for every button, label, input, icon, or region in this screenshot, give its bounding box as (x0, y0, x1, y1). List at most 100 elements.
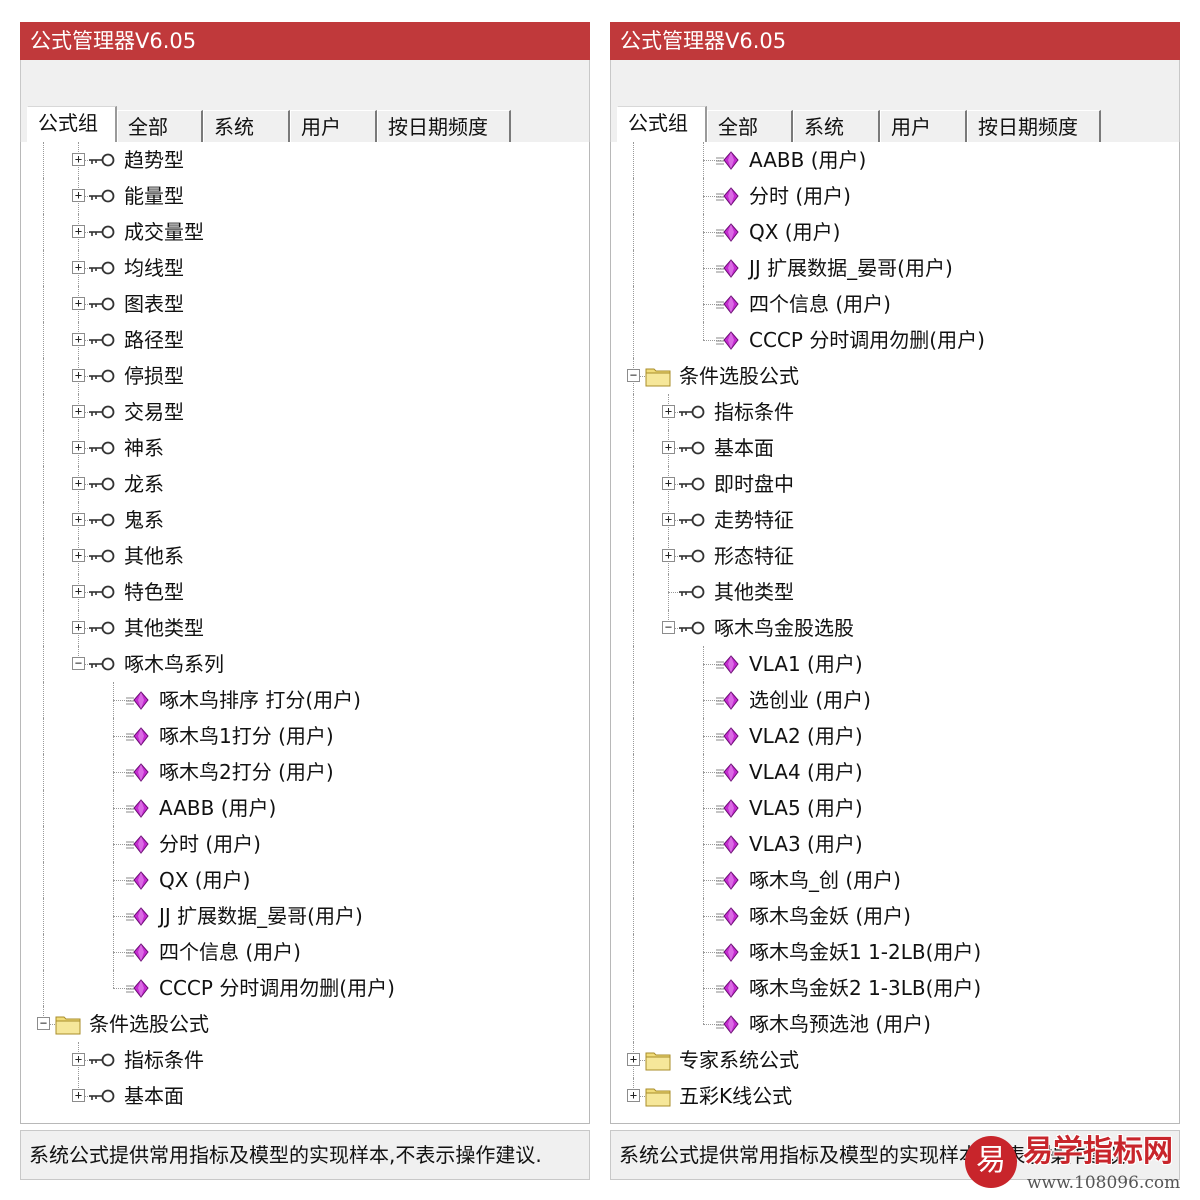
tree-row[interactable]: + 形态特征 (611, 538, 1171, 574)
tree-row[interactable]: + 即时盘中 (611, 466, 1171, 502)
tab-user[interactable]: 用户 (880, 110, 967, 142)
expand-toggle-icon[interactable]: + (72, 1053, 85, 1066)
tab-system[interactable]: 系统 (203, 110, 290, 142)
expand-toggle-icon[interactable]: + (72, 477, 85, 490)
expand-toggle-icon[interactable]: + (72, 261, 85, 274)
tree-row[interactable]: + 趋势型 (21, 142, 581, 178)
tree-row[interactable]: AABB (用户) (21, 790, 581, 826)
tree-row[interactable]: 啄木鸟2打分 (用户) (21, 754, 581, 790)
tree-row[interactable]: VLA1 (用户) (611, 646, 1171, 682)
expand-toggle-icon[interactable]: + (662, 549, 675, 562)
tree-row[interactable]: 啄木鸟1打分 (用户) (21, 718, 581, 754)
tree-row[interactable]: + 指标条件 (21, 1042, 581, 1078)
tree-row[interactable]: JJ 扩展数据_晏哥(用户) (611, 250, 1171, 286)
collapse-toggle-icon[interactable]: − (37, 1017, 50, 1030)
tab-by-date-frequency[interactable]: 按日期频度 (967, 110, 1101, 142)
tree-row[interactable]: 分时 (用户) (21, 826, 581, 862)
tree-row[interactable]: QX (用户) (611, 214, 1171, 250)
expand-toggle-icon[interactable]: + (72, 153, 85, 166)
expand-toggle-icon[interactable]: + (72, 225, 85, 238)
tree-row[interactable]: + 均线型 (21, 250, 581, 286)
tab-by-date-frequency[interactable]: 按日期频度 (377, 110, 511, 142)
tree-row[interactable]: + 鬼系 (21, 502, 581, 538)
tree-row[interactable]: + 成交量型 (21, 214, 581, 250)
tree-row[interactable]: + 图表型 (21, 286, 581, 322)
tree-row[interactable]: VLA2 (用户) (611, 718, 1171, 754)
tree-item-label: 啄木鸟排序 打分(用户) (159, 688, 361, 712)
tree-row[interactable]: + 特色型 (21, 574, 581, 610)
tree-row[interactable]: VLA5 (用户) (611, 790, 1171, 826)
tree-row[interactable]: 啄木鸟_创 (用户) (611, 862, 1171, 898)
expand-toggle-icon[interactable]: + (72, 441, 85, 454)
collapse-toggle-icon[interactable]: − (662, 621, 675, 634)
tree-row[interactable]: + 指标条件 (611, 394, 1171, 430)
tree-row[interactable]: 啄木鸟预选池 (用户) (611, 1006, 1171, 1042)
tree-row[interactable]: + 能量型 (21, 178, 581, 214)
tree-row[interactable]: + 交易型 (21, 394, 581, 430)
tree-row[interactable]: + 基本面 (21, 1078, 581, 1114)
expand-toggle-icon[interactable]: + (72, 513, 85, 526)
collapse-toggle-icon[interactable]: − (627, 369, 640, 382)
window-titlebar[interactable]: 公式管理器V6.05 (610, 22, 1180, 60)
tree-row[interactable]: 其他类型 (611, 574, 1171, 610)
key-icon (88, 582, 116, 602)
expand-toggle-icon[interactable]: + (72, 297, 85, 310)
expand-toggle-icon[interactable]: + (72, 333, 85, 346)
tree-row[interactable]: 四个信息 (用户) (21, 934, 581, 970)
expand-toggle-icon[interactable]: + (662, 477, 675, 490)
tree-row[interactable]: − 条件选股公式 (611, 358, 1171, 394)
tree-row[interactable]: 啄木鸟排序 打分(用户) (21, 682, 581, 718)
tree-item-label: VLA1 (用户) (749, 652, 863, 676)
tab-all[interactable]: 全部 (117, 110, 203, 142)
expand-toggle-icon[interactable]: + (72, 585, 85, 598)
expand-toggle-icon[interactable]: + (72, 549, 85, 562)
tree-row[interactable]: + 基本面 (611, 430, 1171, 466)
tree-row[interactable]: VLA3 (用户) (611, 826, 1171, 862)
tree-row[interactable]: + 神系 (21, 430, 581, 466)
tree-row[interactable]: QX (用户) (21, 862, 581, 898)
tree-row[interactable]: CCCP 分时调用勿删(用户) (611, 322, 1171, 358)
formula-icon (715, 941, 739, 963)
expand-toggle-icon[interactable]: + (627, 1053, 640, 1066)
window-titlebar[interactable]: 公式管理器V6.05 (20, 22, 590, 60)
expand-toggle-icon[interactable]: + (72, 369, 85, 382)
tree-row[interactable]: + 龙系 (21, 466, 581, 502)
tree-row[interactable]: + 走势特征 (611, 502, 1171, 538)
collapse-toggle-icon[interactable]: − (72, 657, 85, 670)
formula-tree[interactable]: + 趋势型 + 能量型 + 成交量型 + 均线型 + 图表型 + 路径型 + 停损型 + 交易型 + 神系 + 龙系 +… (20, 142, 590, 1124)
expand-toggle-icon[interactable]: + (662, 405, 675, 418)
tree-row[interactable]: + 其他类型 (21, 610, 581, 646)
tree-row[interactable]: 啄木鸟金妖2 1-3LB(用户) (611, 970, 1171, 1006)
expand-toggle-icon[interactable]: + (72, 621, 85, 634)
tree-row[interactable]: 啄木鸟金妖 (用户) (611, 898, 1171, 934)
tab-user[interactable]: 用户 (290, 110, 377, 142)
tree-row[interactable]: + 路径型 (21, 322, 581, 358)
tree-row[interactable]: JJ 扩展数据_晏哥(用户) (21, 898, 581, 934)
tree-row[interactable]: − 条件选股公式 (21, 1006, 581, 1042)
tree-row[interactable]: CCCP 分时调用勿删(用户) (21, 970, 581, 1006)
formula-tree[interactable]: AABB (用户) 分时 (用户) QX (用户) JJ 扩展数据_晏哥(用户) 四个信… (610, 142, 1180, 1124)
tree-row[interactable]: + 其他系 (21, 538, 581, 574)
tree-row[interactable]: AABB (用户) (611, 142, 1171, 178)
expand-toggle-icon[interactable]: + (72, 405, 85, 418)
tree-row[interactable]: + 专家系统公式 (611, 1042, 1171, 1078)
tree-row[interactable]: − 啄木鸟金股选股 (611, 610, 1171, 646)
tree-row[interactable]: + 五彩K线公式 (611, 1078, 1171, 1114)
expand-toggle-icon[interactable]: + (72, 189, 85, 202)
expand-toggle-icon[interactable]: + (662, 513, 675, 526)
tab-formula-group[interactable]: 公式组 (617, 106, 707, 144)
tree-row[interactable]: 分时 (用户) (611, 178, 1171, 214)
tree-row[interactable]: 选创业 (用户) (611, 682, 1171, 718)
tree-row[interactable]: − 啄木鸟系列 (21, 646, 581, 682)
tree-row[interactable]: + 停损型 (21, 358, 581, 394)
tree-row[interactable]: VLA4 (用户) (611, 754, 1171, 790)
tab-system[interactable]: 系统 (793, 110, 880, 142)
tree-row[interactable]: 四个信息 (用户) (611, 286, 1171, 322)
expand-toggle-icon[interactable]: + (72, 1089, 85, 1102)
tab-all[interactable]: 全部 (707, 110, 793, 142)
tree-row[interactable]: 啄木鸟金妖1 1-2LB(用户) (611, 934, 1171, 970)
expand-toggle-icon[interactable]: + (662, 441, 675, 454)
key-icon (88, 1050, 116, 1070)
tab-formula-group[interactable]: 公式组 (27, 106, 117, 144)
expand-toggle-icon[interactable]: + (627, 1089, 640, 1102)
